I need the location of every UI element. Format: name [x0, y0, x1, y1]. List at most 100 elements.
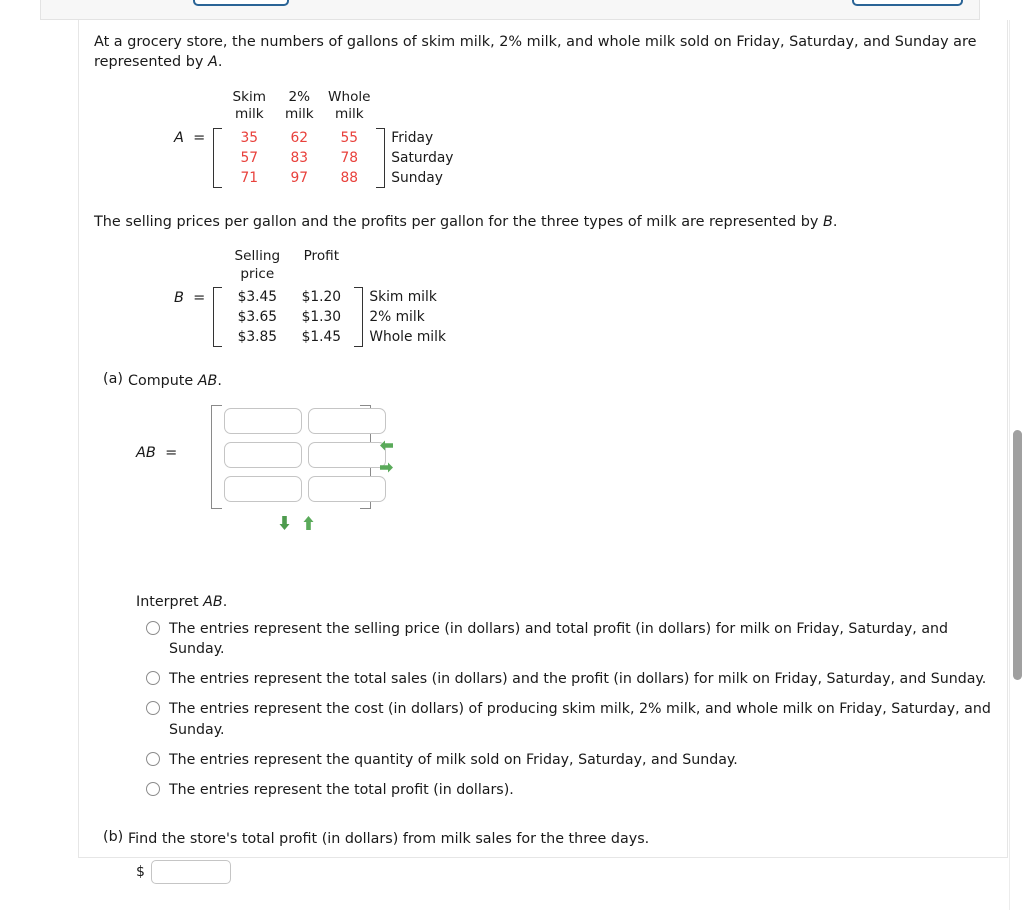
part-a-tag: (a)	[103, 370, 123, 387]
matrix-b-cell: $3.85	[237, 328, 278, 345]
part-b-answer-row: $	[136, 860, 993, 885]
radio-option-label: The entries represent the quantity of mi…	[169, 751, 738, 768]
radio-option-label: The entries represent the total sales (i…	[169, 671, 987, 688]
interpret-prompt: Interpret AB.	[136, 593, 228, 610]
matrix-a-cell: 83	[290, 149, 309, 166]
part-a-prompt-row: (a) Compute AB.	[94, 371, 993, 391]
matrix-a-row: 71 97 88	[224, 168, 374, 188]
row-controls	[278, 515, 317, 530]
part-b-tag: (b)	[103, 829, 124, 846]
matrix-a-row-label: Saturday	[391, 149, 454, 166]
matrix-a-block: A = Skim milk 2% milk Whole milk 35 62 5…	[94, 89, 993, 188]
currency-symbol: $	[136, 864, 145, 881]
matrix-a-row: 57 83 78	[224, 148, 374, 168]
matrix-b-row-label: 2% milk	[369, 308, 425, 325]
ab-input-r1c1[interactable]	[224, 407, 302, 434]
matrix-a-cell: 97	[290, 169, 309, 186]
matrix-a-row-labels: Friday Saturday Sunday	[385, 128, 453, 188]
page-scrollbar-thumb[interactable]	[1013, 430, 1022, 680]
part-b-prompt: Find the store's total profit (in dollar…	[128, 831, 650, 848]
page-scrollbar-track[interactable]	[1009, 20, 1024, 910]
matrix-a-column-headers: Skim milk 2% milk Whole milk	[213, 89, 453, 124]
radio-option-5[interactable]: The entries represent the total profit (…	[146, 780, 993, 800]
intro-paragraph-text: At a grocery store, the numbers of gallo…	[94, 34, 977, 71]
radio-option-label: The entries represent the total profit (…	[169, 781, 514, 798]
ab-input-r2c1[interactable]	[224, 441, 302, 468]
intro-paragraph: At a grocery store, the numbers of gallo…	[94, 32, 993, 73]
right-arrow-icon[interactable]	[379, 461, 394, 476]
matrix-a-core: Skim milk 2% milk Whole milk 35 62 55 57…	[213, 89, 453, 188]
part-b-prompt-row: (b) Find the store's total profit (in do…	[94, 829, 993, 849]
radio-option-label: The entries represent the cost (in dolla…	[169, 701, 991, 738]
radio-button-icon[interactable]	[146, 671, 160, 686]
question-card: At a grocery store, the numbers of gallo…	[78, 20, 1008, 885]
matrix-b-row: $3.85 $1.45	[224, 327, 352, 347]
radio-option-3[interactable]: The entries represent the cost (in dolla…	[146, 699, 993, 739]
matrix-b-row-label: Skim milk	[369, 288, 437, 305]
matrix-b-cell: $3.65	[237, 308, 278, 325]
ab-answer-matrix: AB =	[136, 404, 456, 550]
second-paragraph: The selling prices per gallon and the pr…	[94, 212, 993, 232]
matrix-a-cell: 35	[240, 129, 259, 146]
ab-input-r2c2[interactable]	[308, 441, 386, 468]
matrix-b-left-bracket	[213, 286, 223, 347]
details-button[interactable]: DETAILS	[193, 0, 289, 6]
answer-input-grid	[224, 407, 386, 506]
radio-option-4[interactable]: The entries represent the quantity of mi…	[146, 750, 993, 770]
radio-option-label: The entries represent the selling price …	[169, 620, 949, 658]
matrix-a-label: A =	[174, 130, 206, 147]
radio-button-icon[interactable]	[146, 781, 160, 796]
question-header-bar: [ 75 Points] DETAILS LARPCALC11 8.2.057.…	[40, 0, 980, 20]
answer-left-bracket	[211, 404, 222, 509]
matrix-a-cell: 88	[340, 169, 359, 186]
matrix-b-body: $3.45 $1.20 $3.65 $1.30 $3.85 $1.45	[224, 287, 352, 347]
radio-button-icon[interactable]	[146, 701, 160, 716]
matrix-a-row: 35 62 55	[224, 128, 374, 148]
second-paragraph-text: The selling prices per gallon and the pr…	[94, 213, 838, 230]
part-a-prompt: Compute AB.	[128, 372, 222, 389]
ab-input-r1c2[interactable]	[308, 407, 386, 434]
matrix-a-cell: 71	[240, 169, 259, 186]
matrix-b-row: $3.65 $1.30	[224, 307, 352, 327]
radio-option-1[interactable]: The entries represent the selling price …	[146, 619, 993, 659]
matrix-a-col-header: 2% milk	[284, 88, 314, 123]
column-controls	[379, 439, 394, 476]
matrix-a-col-header: Whole milk	[328, 88, 371, 123]
matrix-b-cell: $1.20	[301, 288, 342, 305]
radio-button-icon[interactable]	[146, 620, 160, 635]
matrix-a-cell: 57	[240, 149, 259, 166]
matrix-a-row-label: Friday	[391, 129, 434, 146]
down-arrow-icon[interactable]	[278, 515, 293, 530]
matrix-b-row-label: Whole milk	[369, 328, 446, 345]
matrix-b-col-header: Selling price	[234, 248, 281, 282]
matrix-a-left-bracket	[213, 127, 223, 188]
ab-input-r3c1[interactable]	[224, 475, 302, 502]
matrix-b-row: $3.45 $1.20	[224, 287, 352, 307]
matrix-a-right-bracket	[376, 127, 386, 188]
matrix-b-column-headers: Selling price Profit	[213, 248, 446, 283]
radio-option-2[interactable]: The entries represent the total sales (i…	[146, 669, 993, 689]
left-arrow-icon[interactable]	[379, 439, 394, 454]
my-notes-button[interactable]: MY NOTES	[852, 0, 963, 6]
matrix-b-cell: $1.45	[301, 328, 342, 345]
matrix-a-cell: 78	[340, 149, 359, 166]
matrix-a-body: 35 62 55 57 83 78 71 97 88	[224, 128, 374, 188]
matrix-b-row-labels: Skim milk 2% milk Whole milk	[363, 287, 446, 347]
up-arrow-icon[interactable]	[302, 515, 317, 530]
radio-button-icon[interactable]	[146, 751, 160, 766]
matrix-b-core: Selling price Profit $3.45 $1.20 $3.65 $…	[213, 248, 446, 347]
interpret-options-list: The entries represent the selling price …	[146, 619, 993, 800]
total-profit-input[interactable]	[150, 860, 231, 885]
matrix-b-col-header: Profit	[303, 248, 340, 265]
matrix-b-right-bracket	[354, 286, 364, 347]
matrix-a-col-header: Skim milk	[232, 88, 267, 123]
matrix-a-row-label: Sunday	[391, 169, 443, 186]
ab-input-r3c2[interactable]	[308, 475, 386, 502]
matrix-a-cell: 55	[340, 129, 359, 146]
matrix-b-label: B =	[174, 289, 206, 306]
matrix-b-cell: $3.45	[237, 288, 278, 305]
matrix-a-cell: 62	[290, 129, 309, 146]
matrix-b-block: B = Selling price Profit $3.45 $1.20 $3.…	[94, 248, 993, 347]
matrix-b-cell: $1.30	[301, 308, 342, 325]
ab-answer-label: AB =	[136, 444, 178, 461]
